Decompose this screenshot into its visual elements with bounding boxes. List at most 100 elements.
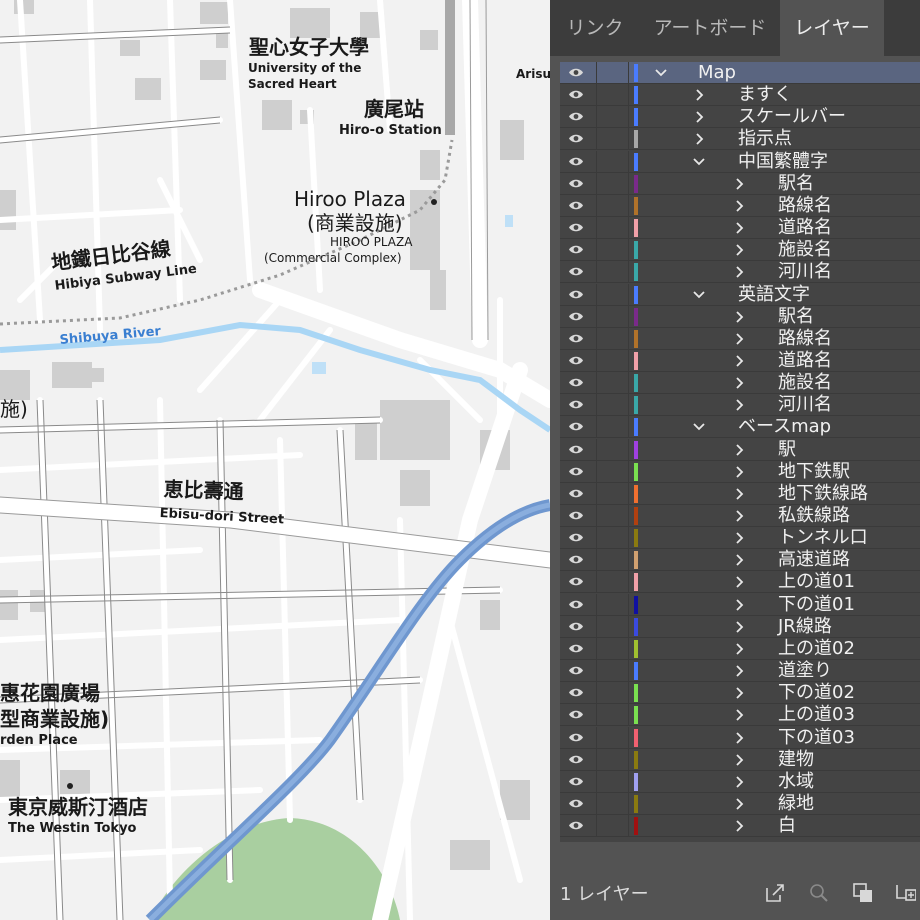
layer-row[interactable]: 地下鉄駅 [560,460,920,483]
layer-name[interactable]: 下の道03 [778,727,855,749]
chevron-right-icon[interactable] [732,529,746,547]
layer-name[interactable]: 路線名 [778,328,832,350]
layer-row[interactable]: 下の道01 [560,593,920,616]
chevron-right-icon[interactable] [732,640,746,658]
layer-name[interactable]: 高速道路 [778,549,850,571]
layer-name[interactable]: Map [698,62,736,84]
visibility-eye-icon[interactable] [568,709,584,720]
layer-name[interactable]: 地下鉄線路 [778,483,868,505]
layer-name[interactable]: 上の道03 [778,704,855,726]
visibility-eye-icon[interactable] [568,488,584,499]
layer-name[interactable]: 駅名 [778,306,814,328]
chevron-right-icon[interactable] [732,463,746,481]
layer-name[interactable]: 白 [778,815,796,837]
layer-name[interactable]: 駅 [778,439,796,461]
layer-row[interactable]: 道路名 [560,217,920,240]
visibility-eye-icon[interactable] [568,554,584,565]
chevron-right-icon[interactable] [732,706,746,724]
chevron-right-icon[interactable] [732,175,746,193]
chevron-right-icon[interactable] [732,197,746,215]
layer-name[interactable]: JR線路 [778,616,832,638]
visibility-eye-icon[interactable] [568,178,584,189]
layer-row[interactable]: 上の道03 [560,704,920,727]
visibility-eye-icon[interactable] [568,289,584,300]
layer-name[interactable]: 緑地 [778,793,814,815]
layer-name[interactable]: 英語文字 [738,284,810,306]
visibility-eye-icon[interactable] [568,599,584,610]
layer-name[interactable]: 道塗り [778,660,832,682]
layer-row[interactable]: Map [560,62,920,84]
visibility-eye-icon[interactable] [568,421,584,432]
chevron-right-icon[interactable] [692,86,706,104]
chevron-down-icon[interactable] [692,286,706,304]
chevron-right-icon[interactable] [732,507,746,525]
tab-links[interactable]: リンク [550,0,640,56]
layer-name[interactable]: 建物 [778,749,814,771]
layer-row[interactable]: 地下鉄線路 [560,482,920,505]
visibility-eye-icon[interactable] [568,687,584,698]
chevron-right-icon[interactable] [732,662,746,680]
visibility-eye-icon[interactable] [568,576,584,587]
chevron-right-icon[interactable] [732,551,746,569]
layer-row[interactable]: 路線名 [560,327,920,350]
layer-row[interactable]: 中国繁體字 [560,150,920,173]
layer-name[interactable]: 中国繁體字 [738,151,828,173]
layer-row[interactable]: 河川名 [560,261,920,284]
layer-row[interactable]: ベースmap [560,416,920,439]
layer-row[interactable]: 下の道02 [560,682,920,705]
layer-row[interactable]: ますく [560,84,920,107]
chevron-right-icon[interactable] [732,396,746,414]
chevron-right-icon[interactable] [732,485,746,503]
layer-row[interactable]: スケールバー [560,106,920,129]
visibility-eye-icon[interactable] [568,355,584,366]
chevron-right-icon[interactable] [732,773,746,791]
layer-row[interactable]: 白 [560,815,920,838]
visibility-eye-icon[interactable] [568,222,584,233]
layer-name[interactable]: 路線名 [778,195,832,217]
chevron-right-icon[interactable] [732,684,746,702]
visibility-eye-icon[interactable] [568,200,584,211]
layer-name[interactable]: 施設名 [778,239,832,261]
chevron-right-icon[interactable] [692,130,706,148]
layer-row[interactable]: 私鉄線路 [560,505,920,527]
visibility-eye-icon[interactable] [568,510,584,521]
tab-artboards[interactable]: アートボード [640,0,780,56]
layer-row[interactable]: 駅名 [560,305,920,328]
visibility-eye-icon[interactable] [568,643,584,654]
layer-name[interactable]: 下の道02 [778,682,855,704]
chevron-right-icon[interactable] [732,352,746,370]
chevron-down-icon[interactable] [692,153,706,171]
layer-row[interactable]: 下の道03 [560,726,920,749]
visibility-eye-icon[interactable] [568,732,584,743]
visibility-eye-icon[interactable] [568,244,584,255]
chevron-right-icon[interactable] [732,751,746,769]
layer-name[interactable]: 上の道01 [778,571,855,593]
layer-row[interactable]: JR線路 [560,615,920,638]
visibility-eye-icon[interactable] [568,532,584,543]
new-sublayer-icon[interactable] [894,882,916,904]
layer-name[interactable]: 地下鉄駅 [778,461,850,483]
chevron-right-icon[interactable] [732,795,746,813]
visibility-eye-icon[interactable] [568,156,584,167]
layer-row[interactable]: 道路名 [560,349,920,372]
chevron-right-icon[interactable] [732,817,746,835]
visibility-eye-icon[interactable] [568,798,584,809]
layer-name[interactable]: 道路名 [778,217,832,239]
layer-row[interactable]: 指示点 [560,128,920,151]
export-icon[interactable] [764,882,786,904]
layer-name[interactable]: 上の道02 [778,638,855,660]
layer-row[interactable]: 河川名 [560,394,920,417]
chevron-right-icon[interactable] [732,308,746,326]
chevron-right-icon[interactable] [732,241,746,259]
visibility-eye-icon[interactable] [568,266,584,277]
visibility-eye-icon[interactable] [568,67,584,78]
layer-row[interactable]: 駅名 [560,172,920,195]
layer-name[interactable]: 水域 [778,771,814,793]
chevron-right-icon[interactable] [732,219,746,237]
visibility-eye-icon[interactable] [568,89,584,100]
layer-list[interactable]: Map ますく スケールバー 指示点 中国繁體字 駅名 路線名 道路名 施設名 河川名 英語文字 駅名… [560,62,920,842]
visibility-eye-icon[interactable] [568,776,584,787]
layer-name[interactable]: 駅名 [778,173,814,195]
tab-layers[interactable]: レイヤー [780,0,884,56]
layer-row[interactable]: 駅 [560,438,920,461]
